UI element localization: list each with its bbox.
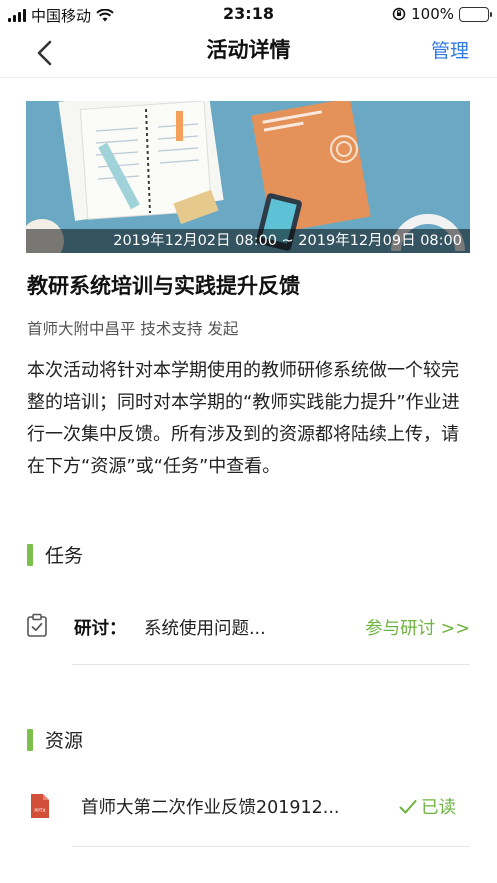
task-row[interactable]: 研讨： 系统使用问题... 参与研讨 >> (26, 603, 470, 651)
battery-icon (459, 6, 492, 22)
banner-date-range: 2019年12月02日 08:00 ~ 2019年12月09日 08:00 (26, 229, 470, 253)
checkmark-icon (399, 799, 417, 813)
section-bar (27, 728, 33, 751)
pptx-file-icon: PPTX (31, 794, 49, 818)
read-status: 已读 (399, 794, 456, 819)
page-title: 活动详情 (206, 38, 291, 62)
resource-divider (72, 846, 470, 847)
activity-title: 教研系统培训与实践提升反馈 (27, 274, 300, 298)
read-status-label: 已读 (421, 798, 456, 818)
resource-name: 首师大第二次作业反馈201912... (81, 798, 340, 818)
join-discussion-link[interactable]: 参与研讨 >> (365, 615, 470, 640)
tasks-heading: 任务 (45, 545, 84, 567)
activity-banner: 2019年12月02日 08:00 ~ 2019年12月09日 08:00 (26, 101, 470, 253)
orientation-lock-icon (392, 7, 406, 21)
pptx-badge: PPTX (34, 808, 45, 814)
battery-percent: 100% (411, 5, 454, 23)
activity-description: 本次活动将针对本学期使用的教师研修系统做一个较完整的培训；同时对本学期的“教师实… (27, 360, 460, 477)
task-divider (72, 664, 470, 665)
resources-section-header: 资源 (27, 726, 83, 753)
resources-heading: 资源 (45, 730, 84, 752)
task-type-label: 研讨： (74, 619, 127, 639)
section-bar (27, 543, 33, 566)
task-name: 系统使用问题... (144, 619, 266, 639)
manage-button[interactable]: 管理 (431, 36, 469, 63)
clipboard-check-icon (27, 613, 47, 637)
tasks-section-header: 任务 (27, 541, 83, 568)
resource-row[interactable]: PPTX 首师大第二次作业反馈201912... 已读 (26, 788, 470, 828)
nav-bar: 活动详情 管理 (0, 28, 497, 78)
activity-organizer: 首师大附中昌平 技术支持 发起 (27, 320, 239, 338)
status-bar: 中国移动 23:18 100% (0, 0, 497, 28)
status-right: 100% (392, 5, 492, 23)
